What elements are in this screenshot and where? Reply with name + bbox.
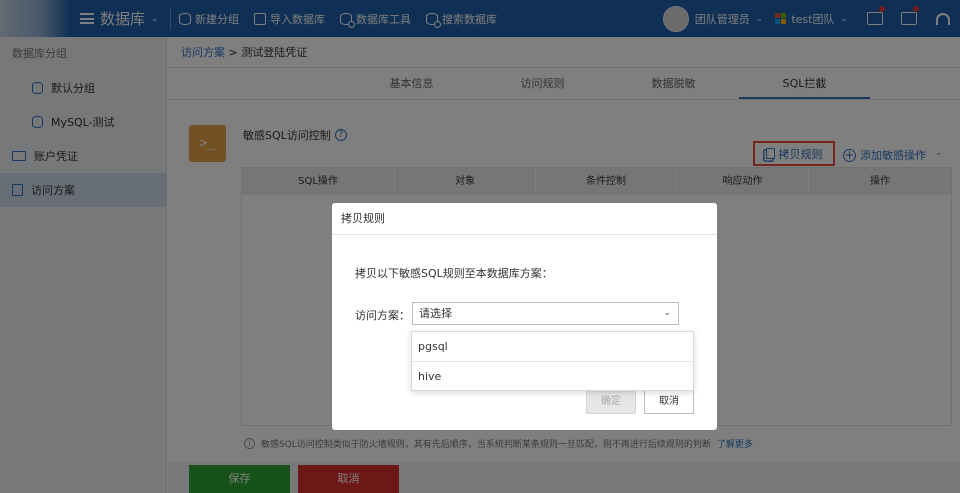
dialog-title: 拷贝规则 — [332, 203, 717, 235]
access-plan-field-label: 访问方案： — [355, 309, 410, 322]
access-plan-dropdown: pgsql hive — [411, 331, 694, 391]
chevron-down-icon: ⌄ — [663, 308, 671, 318]
dialog-cancel-button[interactable]: 取消 — [644, 390, 694, 414]
dropdown-option-hive[interactable]: hive — [412, 361, 693, 390]
access-plan-select[interactable]: 请选择 ⌄ — [412, 302, 679, 325]
copy-rule-dialog: 拷贝规则 拷贝以下敏感SQL规则至本数据库方案： 访问方案： 请选择 ⌄ 确定 … — [332, 203, 717, 430]
access-plan-select-value: 请选择 — [419, 307, 452, 320]
dropdown-option-pgsql[interactable]: pgsql — [412, 332, 693, 361]
confirm-button[interactable]: 确定 — [586, 390, 636, 414]
dialog-description: 拷贝以下敏感SQL规则至本数据库方案： — [355, 267, 553, 280]
